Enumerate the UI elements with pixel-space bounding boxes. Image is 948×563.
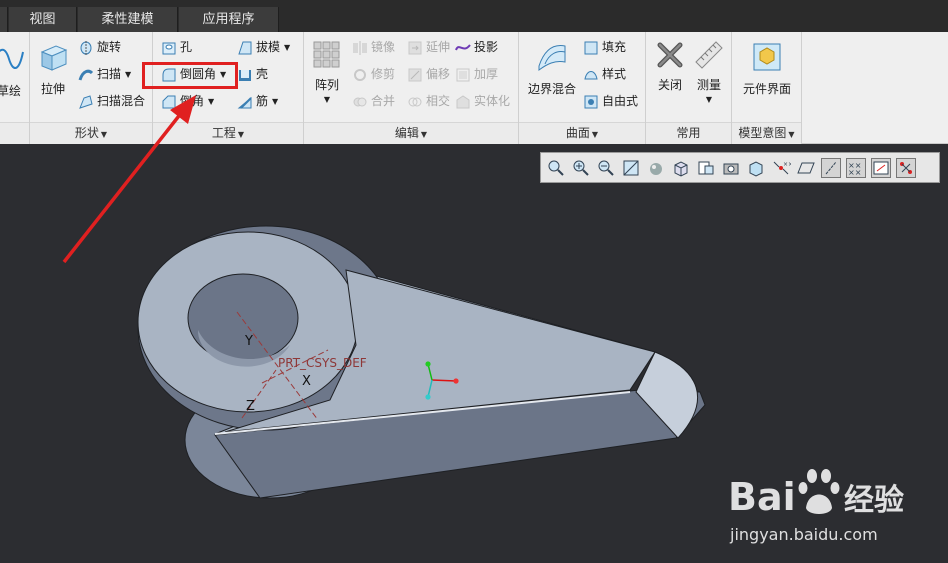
cube-icon xyxy=(674,161,688,177)
zoom-in-button[interactable] xyxy=(571,158,591,178)
zoom-out-button[interactable] xyxy=(596,158,616,178)
svg-text:jingyan.baidu.com: jingyan.baidu.com xyxy=(729,525,878,544)
refit-button[interactable] xyxy=(546,158,566,178)
svg-text:××: ×× xyxy=(848,168,861,177)
annotation-arrow xyxy=(62,95,196,264)
points-icon: ×××× xyxy=(848,161,861,177)
svg-text:经验: 经验 xyxy=(844,483,904,518)
zoom-out-icon xyxy=(598,160,614,176)
datum-points-icon: ×× xyxy=(773,161,793,175)
csys-label: PRT_CSYS_DEF xyxy=(278,356,367,370)
repaint-button[interactable] xyxy=(621,158,641,178)
view-manager-icon xyxy=(698,161,714,175)
csys-axis-y: Y xyxy=(244,334,253,349)
zoom-in-icon xyxy=(573,160,589,176)
datum-planes-button[interactable] xyxy=(796,158,816,178)
spin-center-button[interactable] xyxy=(746,158,766,178)
spin-cube-icon xyxy=(749,161,763,177)
zoom-fit-icon xyxy=(548,160,564,176)
saved-orientations-button[interactable] xyxy=(671,158,691,178)
perspective-button[interactable] xyxy=(721,158,741,178)
view-manager-button[interactable] xyxy=(696,158,716,178)
datum-points-button[interactable]: ×× xyxy=(771,158,793,178)
hub-hole xyxy=(187,273,299,363)
csys-display-button[interactable] xyxy=(871,158,891,178)
csys-axis-x: X xyxy=(302,374,311,389)
point-display-button[interactable]: ×× ×× xyxy=(846,158,866,178)
repaint-icon xyxy=(623,160,639,176)
camera-icon xyxy=(723,163,739,175)
datum-plane-icon xyxy=(797,162,815,174)
shaded-sphere-icon xyxy=(650,163,662,175)
svg-text:Bai: Bai xyxy=(728,475,796,519)
datum-axis-icon xyxy=(825,161,837,175)
display-style-button[interactable] xyxy=(646,158,666,178)
csys-axis-z: Z xyxy=(246,399,255,414)
csys-icon xyxy=(873,161,889,175)
datum-axes-button[interactable] xyxy=(821,158,841,178)
annotation-highlight-box xyxy=(142,62,238,89)
annotation-display-button[interactable] xyxy=(896,158,916,178)
annotation-icon xyxy=(900,162,912,174)
view-toolbar: ×× ×× ×× xyxy=(540,152,940,183)
svg-text:××: ×× xyxy=(783,161,791,168)
baidu-watermark: Bai 经验 jingyan.baidu.com xyxy=(726,460,926,550)
baidu-logo-icon: Bai 经验 jingyan.baidu.com xyxy=(728,469,904,544)
